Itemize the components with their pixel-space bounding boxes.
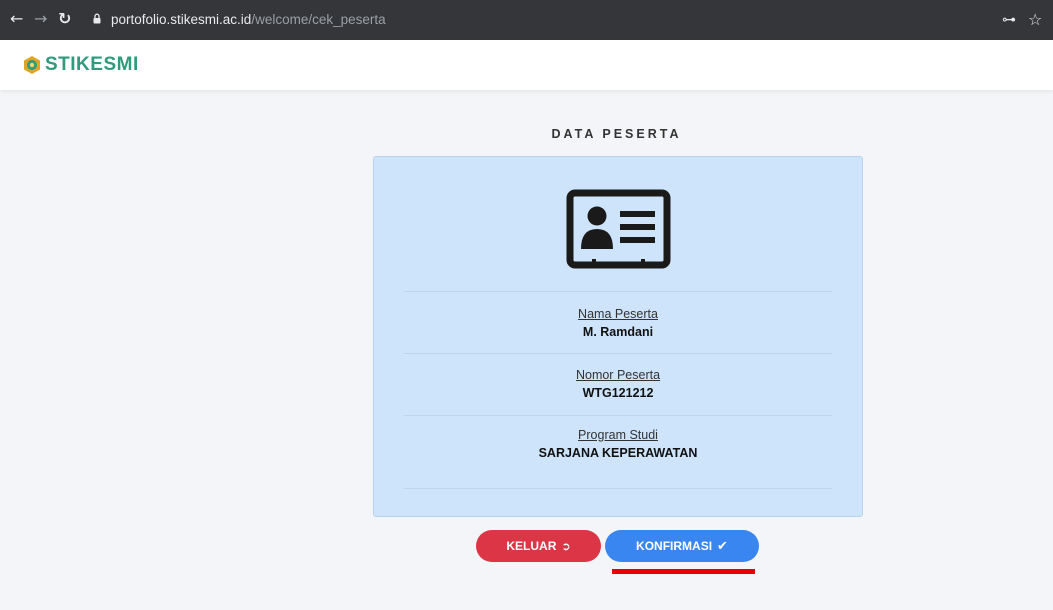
address-bar[interactable]: portofolio.stikesmi.ac.id/welcome/cek_pe… <box>111 11 386 29</box>
url-path: /welcome/cek_peserta <box>251 12 386 27</box>
konfirmasi-button[interactable]: KONFIRMASI ✔ <box>605 530 759 562</box>
konfirmasi-label: KONFIRMASI <box>636 539 713 553</box>
browser-toolbar: ← → ↻ portofolio.stikesmi.ac.id/welcome/… <box>0 0 1053 40</box>
id-card-icon <box>566 189 671 269</box>
logo-text[interactable]: STIKESMI <box>45 54 139 76</box>
key-icon[interactable]: ⊶ <box>1002 12 1016 28</box>
divider <box>404 415 832 416</box>
back-icon[interactable]: ← <box>10 9 23 29</box>
site-header: STIKESMI <box>0 40 1053 90</box>
lock-icon <box>93 13 101 24</box>
logo-icon[interactable] <box>22 55 42 75</box>
field-value-prodi: SARJANA KEPERAWATAN <box>538 446 698 460</box>
divider <box>404 488 832 489</box>
sign-out-icon: ➲ <box>561 540 571 553</box>
reload-icon[interactable]: ↻ <box>58 9 71 29</box>
divider <box>404 291 832 292</box>
check-icon: ✔ <box>717 539 728 554</box>
field-label-prodi: Program Studi <box>578 428 658 442</box>
star-icon[interactable]: ☆ <box>1028 10 1042 29</box>
keluar-button[interactable]: KELUAR ➲ <box>476 530 601 562</box>
page-title: DATA PESERTA <box>551 127 682 141</box>
field-label-nomor: Nomor Peserta <box>575 368 661 382</box>
highlight-underline <box>612 569 755 574</box>
keluar-label: KELUAR <box>506 539 557 553</box>
url-host: portofolio.stikesmi.ac.id <box>111 12 252 27</box>
field-value-nomor: WTG121212 <box>582 386 654 400</box>
field-value-nama: M. Ramdani <box>582 325 654 339</box>
divider <box>404 353 832 354</box>
forward-icon[interactable]: → <box>34 9 47 29</box>
participant-card: Nama Peserta M. Ramdani Nomor Peserta WT… <box>373 156 863 517</box>
field-label-nama: Nama Peserta <box>578 307 658 321</box>
